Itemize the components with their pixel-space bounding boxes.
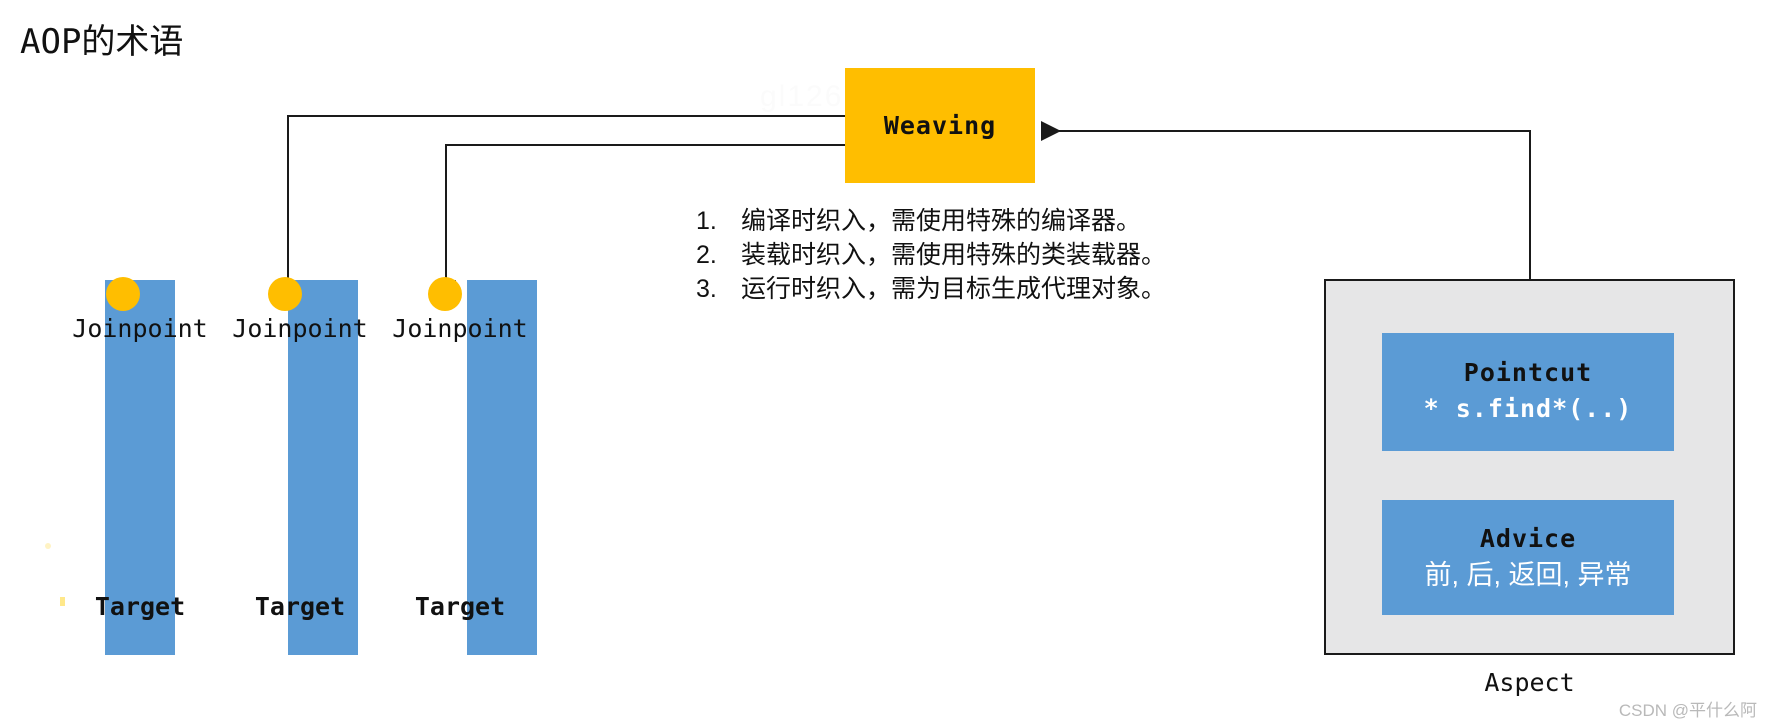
diagram-canvas: AOP的术语 gl1267 Weaving 1. 编译时织入，需使用特殊的编译器… — [0, 0, 1769, 727]
pointcut-box[interactable]: Pointcut * s.find*(..) — [1382, 333, 1674, 451]
joinpoint-dot-icon[interactable] — [106, 277, 140, 311]
weaving-label: Weaving — [883, 111, 997, 140]
list-item: 3. 运行时织入，需为目标生成代理对象。 — [696, 272, 1176, 306]
aspect-panel[interactable]: Pointcut * s.find*(..) Advice 前, 后, 返回, … — [1324, 279, 1735, 655]
pointcut-title: Pointcut — [1463, 358, 1593, 387]
list-item-text: 编译时织入，需使用特殊的编译器。 — [741, 207, 1142, 235]
weaving-notes-list: 1. 编译时织入，需使用特殊的编译器。 2. 装载时织入，需使用特殊的类装载器。… — [696, 204, 1176, 306]
joinpoint-dot-icon[interactable] — [268, 277, 302, 311]
list-item-number: 2. — [696, 241, 717, 269]
list-item: 2. 装载时织入，需使用特殊的类装载器。 — [696, 238, 1176, 272]
pointcut-expression: * s.find*(..) — [1423, 394, 1633, 423]
advice-title: Advice — [1479, 523, 1577, 553]
faint-speck-icon — [45, 543, 51, 549]
joinpoint-label: Joinpoint — [392, 314, 528, 343]
list-item-number: 1. — [696, 207, 717, 235]
weaving-box[interactable]: Weaving — [845, 68, 1035, 183]
target-label: Target — [414, 592, 506, 621]
list-item-text: 装载时织入，需使用特殊的类装载器。 — [741, 241, 1167, 269]
advice-kinds: 前, 后, 返回, 异常 — [1424, 559, 1632, 590]
advice-box[interactable]: Advice 前, 后, 返回, 异常 — [1382, 500, 1674, 615]
list-item: 1. 编译时织入，需使用特殊的编译器。 — [696, 204, 1176, 238]
aspect-label: Aspect — [1484, 668, 1575, 697]
joinpoint-dot-icon[interactable] — [428, 277, 462, 311]
csdn-watermark: CSDN @平什么阿 — [1618, 701, 1757, 720]
page-title: AOP的术语 — [20, 22, 184, 62]
list-item-text: 运行时织入，需为目标生成代理对象。 — [741, 275, 1167, 303]
list-item-number: 3. — [696, 275, 717, 303]
